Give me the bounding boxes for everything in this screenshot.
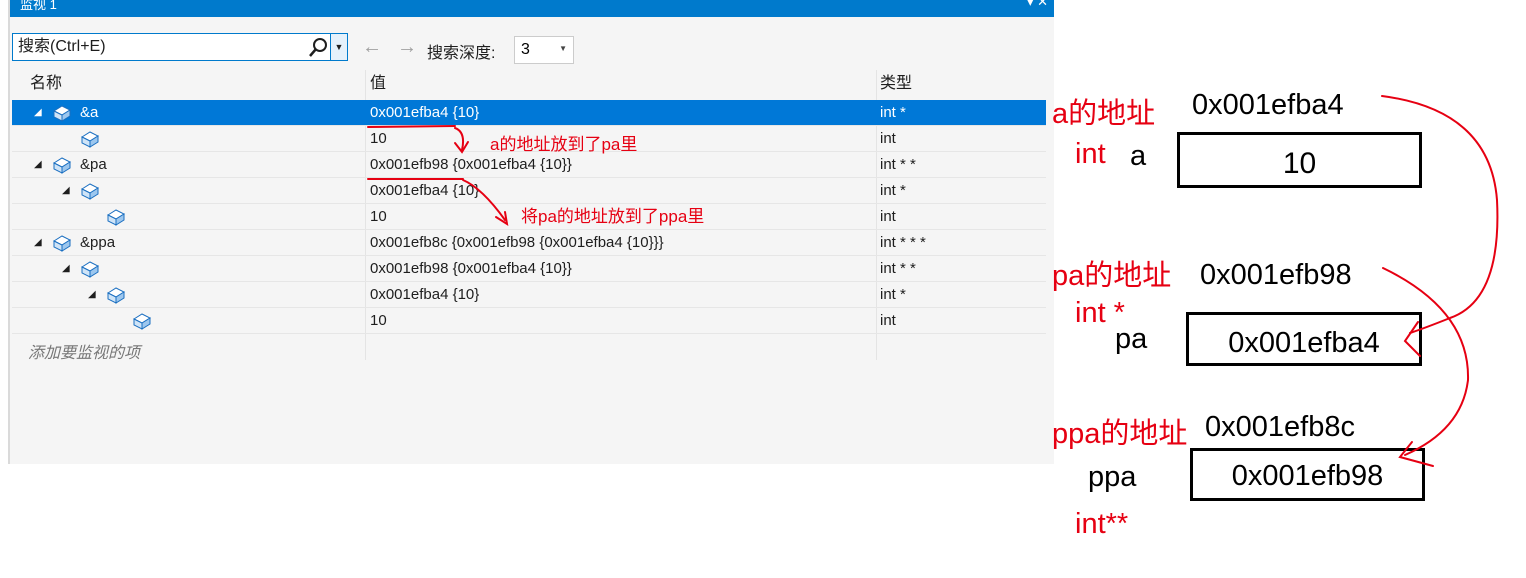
underline-a-address — [367, 125, 456, 128]
annotation-overlay — [367, 95, 1499, 467]
arrow-a-addr-to-pa-value — [1381, 95, 1499, 334]
arrow-head — [1403, 321, 1421, 357]
arrow-pa-addr-to-ppa-value — [1382, 267, 1470, 456]
arrow-head — [454, 141, 469, 154]
arrow-pa-to-ppa — [462, 179, 506, 221]
